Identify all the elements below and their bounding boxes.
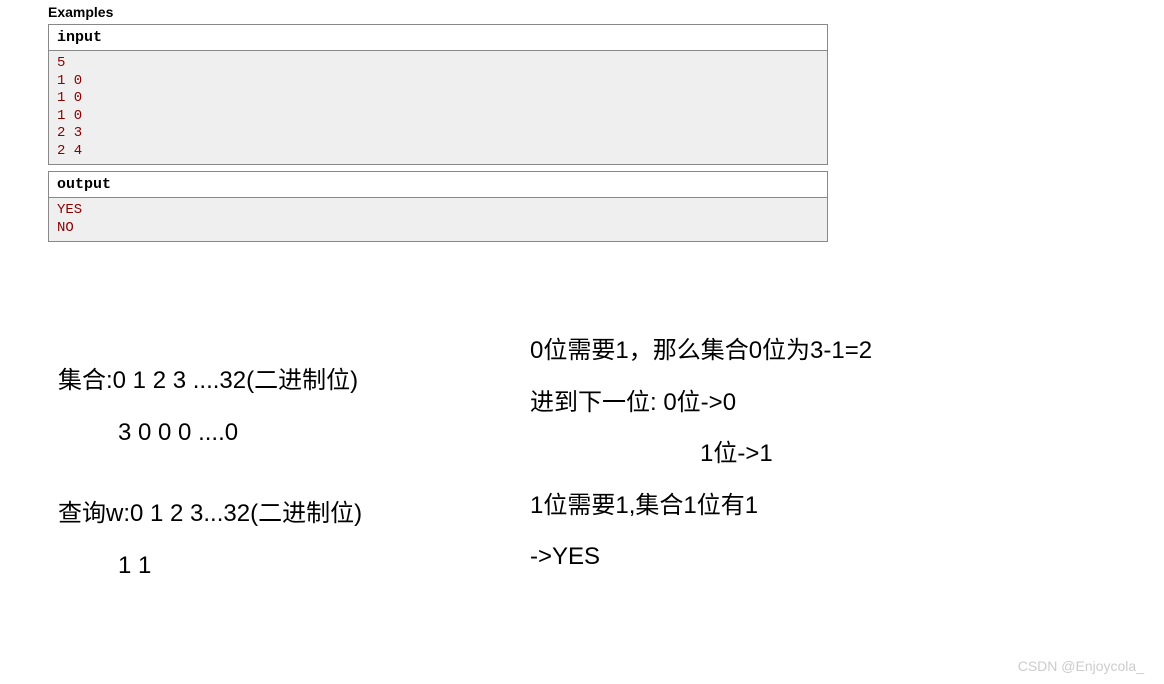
notes-left-column: 集合:0 1 2 3 ....32(二进制位) 3 0 0 0 ....0 查询… <box>58 364 508 600</box>
notes-right-column: 0位需要1，那么集合0位为3-1=2 进到下一位: 0位->0 1位->1 1位… <box>530 334 1080 592</box>
output-header: output <box>48 171 828 198</box>
note-right-2: 进到下一位: 0位->0 <box>530 386 1080 420</box>
note-left-2: 3 0 0 0 ....0 <box>58 416 508 450</box>
note-left-3: 查询w:0 1 2 3...32(二进制位) <box>58 497 508 531</box>
note-right-5: ->YES <box>530 540 1080 574</box>
watermark: CSDN @Enjoycola_ <box>1018 658 1144 674</box>
examples-title: Examples <box>48 4 828 20</box>
note-right-1: 0位需要1，那么集合0位为3-1=2 <box>530 334 1080 368</box>
note-left-1: 集合:0 1 2 3 ....32(二进制位) <box>58 364 508 398</box>
note-right-3: 1位->1 <box>530 437 1080 471</box>
input-header: input <box>48 24 828 51</box>
input-body: 5 1 0 1 0 1 0 2 3 2 4 <box>48 51 828 165</box>
note-left-4: 1 1 <box>58 549 508 583</box>
examples-container: Examples input 5 1 0 1 0 1 0 2 3 2 4 out… <box>48 4 828 242</box>
note-right-4: 1位需要1,集合1位有1 <box>530 489 1080 523</box>
output-body: YES NO <box>48 198 828 242</box>
